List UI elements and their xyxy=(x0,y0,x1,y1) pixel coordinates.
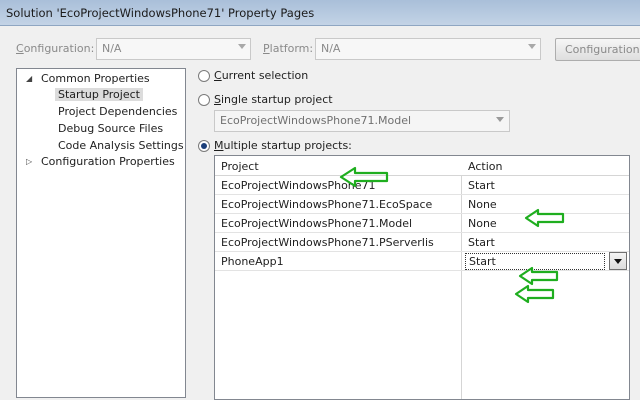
table-row[interactable]: EcoProjectWindowsPhone71.Model None xyxy=(215,214,629,233)
action-select-value: Start xyxy=(469,255,496,268)
window-title: Solution 'EcoProjectWindowsPhone71' Prop… xyxy=(6,6,315,20)
project-cell: PhoneApp1 xyxy=(221,255,284,268)
action-dropdown-button[interactable] xyxy=(609,252,627,270)
tree-item-configuration-properties[interactable]: Configuration Properties xyxy=(41,155,175,168)
platform-value: N/A xyxy=(321,42,341,55)
grid-header: Project Action xyxy=(215,156,629,176)
platform-combo[interactable]: N/A xyxy=(315,38,541,60)
table-row[interactable]: EcoProjectWindowsPhone71.PServerIis Star… xyxy=(215,233,629,252)
property-pages-dialog: Configuration: N/A Platform: N/A Configu… xyxy=(0,26,640,400)
tree-item-common-properties[interactable]: Common Properties xyxy=(41,72,150,85)
tree-item-debug-source-files[interactable]: Debug Source Files xyxy=(58,122,163,135)
title-bar: Solution 'EcoProjectWindowsPhone71' Prop… xyxy=(0,0,640,26)
configuration-label: Configuration: xyxy=(16,42,95,55)
action-cell[interactable]: Start xyxy=(468,179,495,192)
table-row[interactable]: EcoProjectWindowsPhone71.EcoSpace None xyxy=(215,195,629,214)
configuration-row: Configuration: N/A Platform: N/A Configu… xyxy=(0,26,640,66)
chevron-down-icon xyxy=(528,44,536,49)
project-cell: EcoProjectWindowsPhone71.Model xyxy=(221,217,413,230)
configuration-value: N/A xyxy=(102,42,122,55)
annotation-arrow-icon xyxy=(339,166,389,188)
tree-item-project-dependencies[interactable]: Project Dependencies xyxy=(58,105,177,118)
action-cell[interactable]: Start xyxy=(468,236,495,249)
single-startup-label[interactable]: Single startup project xyxy=(214,93,333,106)
platform-label: Platform: xyxy=(263,42,314,55)
property-tree: ◢ Common Properties Startup Project Proj… xyxy=(16,68,186,398)
chevron-down-icon xyxy=(496,117,504,122)
chevron-down-icon xyxy=(238,44,246,49)
current-selection-label[interactable]: Current selection xyxy=(214,69,308,82)
startup-projects-grid: Project Action EcoProjectWindowsPhone71 … xyxy=(214,155,630,400)
multiple-startup-radio[interactable] xyxy=(198,140,210,152)
column-header-action[interactable]: Action xyxy=(468,160,502,173)
table-row[interactable]: EcoProjectWindowsPhone71 Start xyxy=(215,176,629,195)
table-row[interactable]: PhoneApp1 Start xyxy=(215,252,629,271)
single-startup-radio[interactable] xyxy=(198,94,210,106)
expand-triangle-icon[interactable]: ▷ xyxy=(26,157,32,166)
tree-item-startup-project[interactable]: Startup Project xyxy=(55,88,143,101)
annotation-arrow-icon xyxy=(524,208,565,228)
action-cell[interactable]: None xyxy=(468,198,497,211)
annotation-arrow-icon xyxy=(518,266,559,286)
single-startup-combo[interactable]: EcoProjectWindowsPhone71.Model xyxy=(214,110,510,132)
single-startup-value: EcoProjectWindowsPhone71.Model xyxy=(220,114,412,127)
project-cell: EcoProjectWindowsPhone71.PServerIis xyxy=(221,236,434,249)
project-cell: EcoProjectWindowsPhone71.EcoSpace xyxy=(221,198,433,211)
multiple-startup-label[interactable]: Multiple startup projects: xyxy=(214,139,352,152)
action-cell[interactable]: None xyxy=(468,217,497,230)
configuration-combo[interactable]: N/A xyxy=(96,38,251,60)
tree-item-code-analysis-settings[interactable]: Code Analysis Settings xyxy=(58,139,184,152)
annotation-arrow-icon xyxy=(514,284,555,304)
startup-project-panel: Current selection Single startup project… xyxy=(196,68,640,400)
current-selection-radio[interactable] xyxy=(198,70,210,82)
collapse-triangle-icon[interactable]: ◢ xyxy=(26,74,32,83)
configuration-manager-button[interactable]: Configuration Manager... xyxy=(555,38,640,61)
column-header-project[interactable]: Project xyxy=(221,160,259,173)
